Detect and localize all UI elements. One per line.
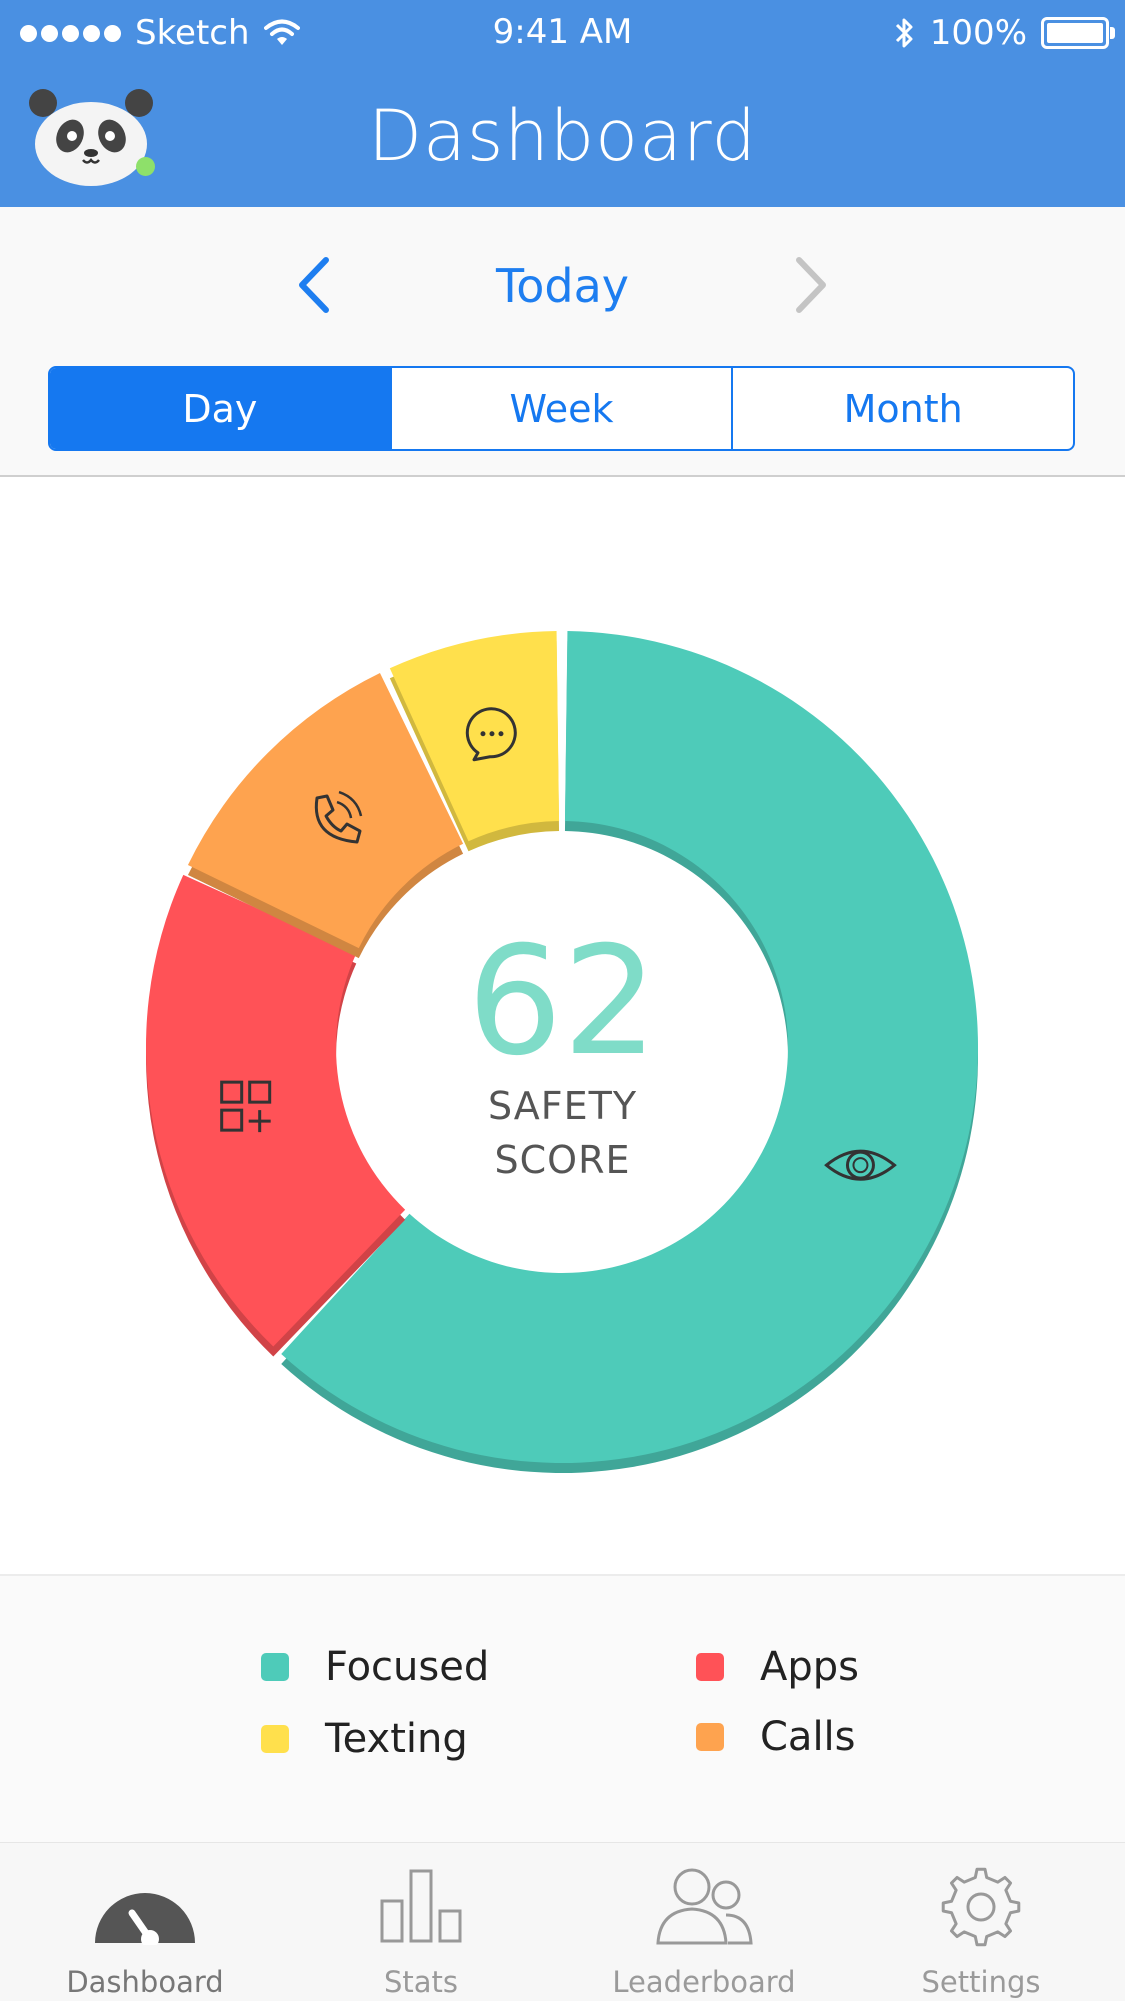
- status-bar: Sketch 9:41 AM 100%: [0, 0, 1125, 66]
- legend-label: Calls: [760, 1714, 856, 1760]
- tab-leaderboard[interactable]: Leaderboard: [604, 1843, 804, 2001]
- legend-label: Focused: [325, 1644, 490, 1690]
- date-controls: Today Day Week Month: [0, 207, 1125, 477]
- tab-dashboard[interactable]: Dashboard: [45, 1843, 245, 2001]
- score-label-line1: SAFETY: [487, 1084, 638, 1128]
- tab-label: Stats: [383, 1965, 459, 1999]
- tab-label: Dashboard: [66, 1965, 224, 1999]
- legend-swatch: [261, 1653, 289, 1681]
- legend-swatch: [696, 1653, 724, 1681]
- legend-item-texting: Texting: [261, 1716, 468, 1762]
- segment-week[interactable]: Week: [389, 368, 732, 449]
- tab-bar: Dashboard Stats Leaderboard Settings: [0, 1843, 1125, 2001]
- legend-swatch: [696, 1723, 724, 1751]
- battery-percent: 100%: [929, 13, 1027, 53]
- legend-item-calls: Calls: [696, 1714, 856, 1760]
- app-header: Sketch 9:41 AM 100% Dashboard: [0, 0, 1125, 207]
- bar-chart-icon: [380, 1869, 462, 1943]
- score-value: 62: [467, 915, 658, 1089]
- chevron-right-icon[interactable]: [785, 252, 835, 318]
- segment-day[interactable]: Day: [50, 368, 390, 449]
- tab-settings[interactable]: Settings: [881, 1843, 1081, 2001]
- people-icon: [656, 1868, 753, 1945]
- score-center: 62 SAFETY SCORE: [0, 927, 1125, 1187]
- score-label-line2: SCORE: [494, 1138, 631, 1182]
- segment-month[interactable]: Month: [731, 368, 1073, 449]
- page-title: Dashboard: [368, 95, 757, 177]
- legend-item-focused: Focused: [261, 1644, 489, 1690]
- status-right: 100%: [894, 10, 1115, 56]
- battery-icon: [1041, 17, 1115, 49]
- period-segmented-control: Day Week Month: [48, 366, 1075, 451]
- legend-label: Texting: [325, 1716, 468, 1762]
- safety-score-chart: 62 SAFETY SCORE: [0, 477, 1125, 1576]
- date-label: Today: [495, 259, 630, 313]
- bluetooth-icon: [895, 18, 913, 48]
- tab-stats[interactable]: Stats: [321, 1843, 521, 2001]
- legend-swatch: [261, 1725, 289, 1753]
- tab-label: Settings: [921, 1965, 1041, 1999]
- chart-legend: Focused Apps Texting Calls: [0, 1576, 1125, 1844]
- legend-item-apps: Apps: [696, 1644, 859, 1690]
- gauge-icon: [95, 1893, 195, 1945]
- gear-icon: [941, 1867, 1021, 1947]
- legend-label: Apps: [760, 1644, 859, 1690]
- tab-label: Leaderboard: [612, 1965, 796, 1999]
